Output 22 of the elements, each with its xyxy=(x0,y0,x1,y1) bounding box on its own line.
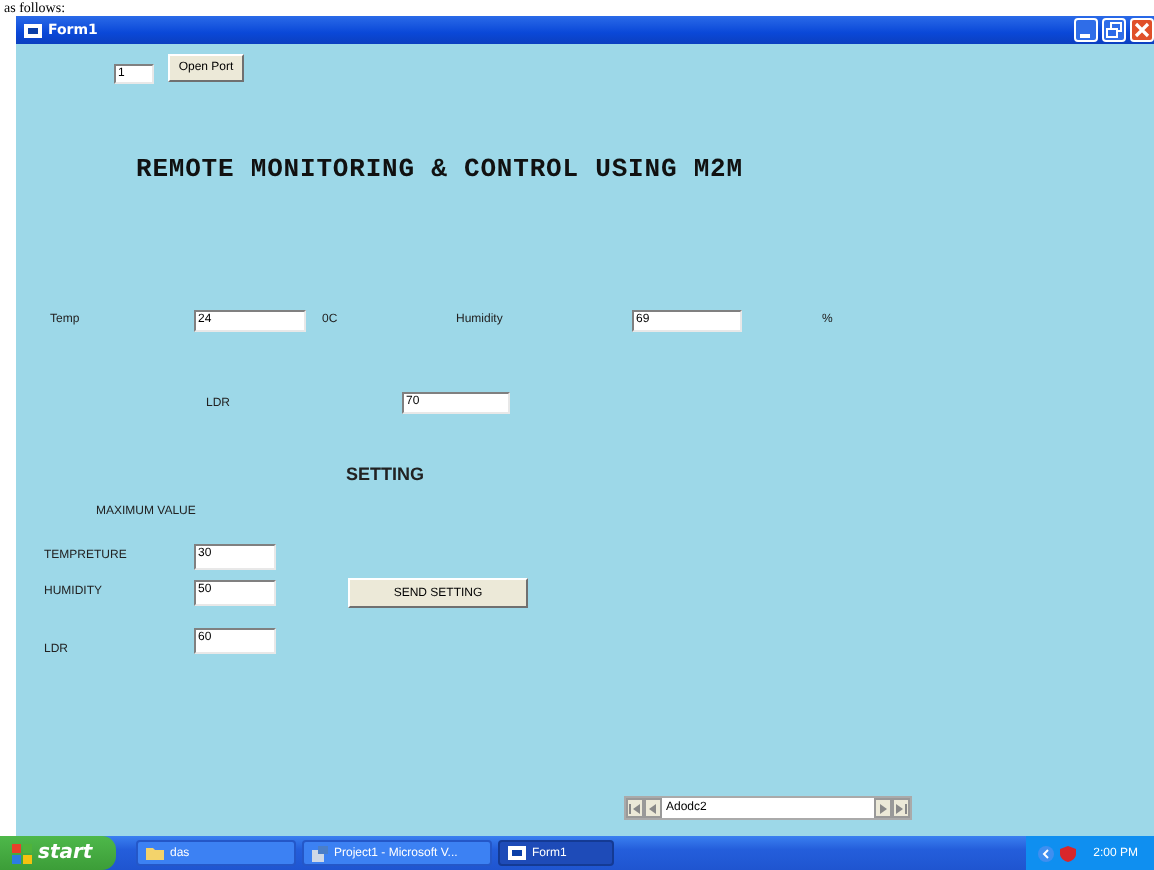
close-button[interactable] xyxy=(1130,18,1154,42)
network-icon xyxy=(1037,845,1054,861)
previous-icon xyxy=(646,801,660,815)
previous-record-button[interactable] xyxy=(644,798,662,818)
close-icon xyxy=(1134,22,1150,38)
restore-button[interactable] xyxy=(1102,18,1126,42)
last-record-button[interactable] xyxy=(892,798,910,818)
last-icon xyxy=(894,801,908,815)
task-icon xyxy=(312,845,328,861)
flag-icon xyxy=(12,843,32,863)
minimize-button[interactable] xyxy=(1074,18,1098,42)
restore-icon xyxy=(1106,22,1122,38)
form-heading: REMOTE MONITORING & CONTROL USING M2M xyxy=(136,154,743,184)
task-icon xyxy=(508,846,526,860)
shield-icon xyxy=(1059,845,1076,861)
first-record-button[interactable] xyxy=(626,798,644,818)
window-icon xyxy=(24,23,42,37)
section-heading: SETTING xyxy=(346,464,425,484)
first-icon xyxy=(628,801,642,815)
next-record-button[interactable] xyxy=(874,798,892,818)
next-icon xyxy=(876,801,890,815)
task-icon xyxy=(146,846,164,860)
